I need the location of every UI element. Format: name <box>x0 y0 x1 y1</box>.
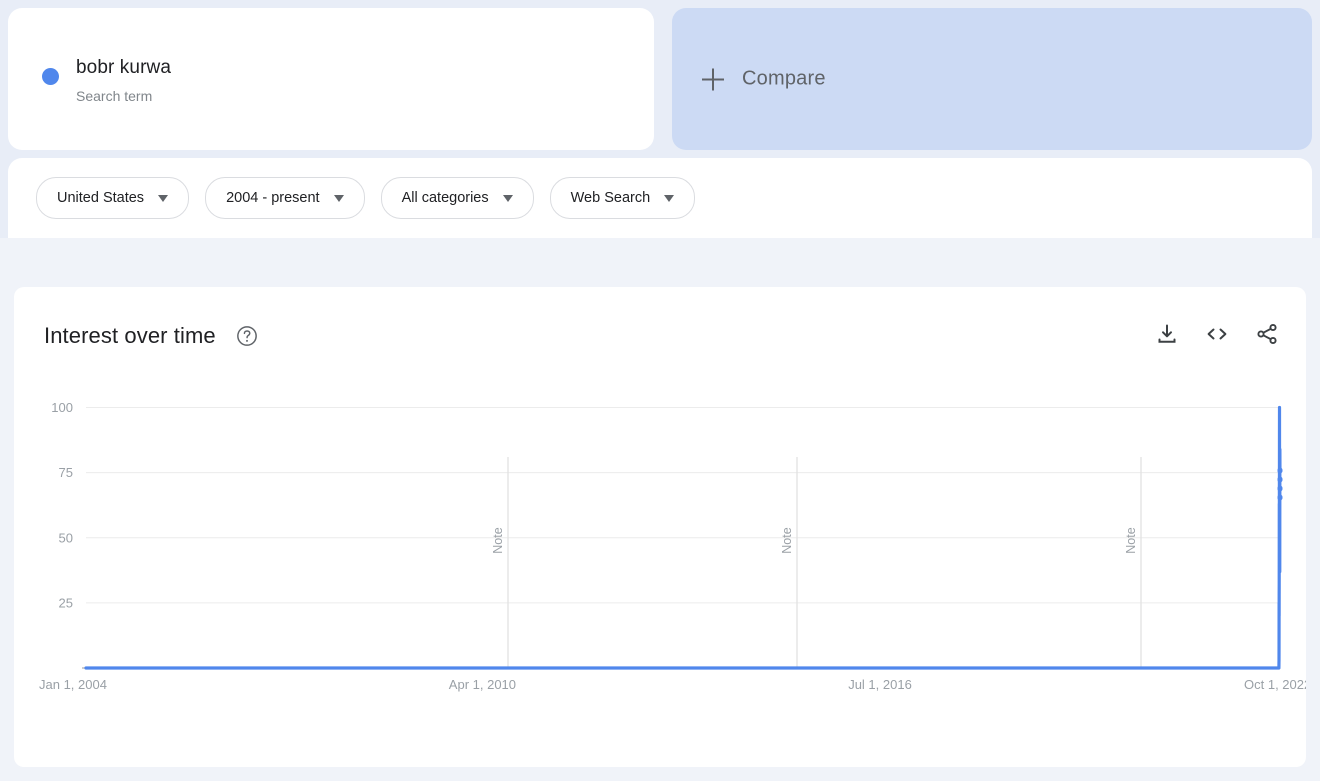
page-title: Interest over time <box>44 323 216 349</box>
interest-over-time-card: Interest over time <box>14 287 1306 767</box>
help-circle-icon[interactable] <box>236 325 258 347</box>
svg-text:Note: Note <box>1124 527 1138 553</box>
series-color-dot <box>42 68 59 85</box>
svg-text:Oct 1, 2022: Oct 1, 2022 <box>1244 677 1306 692</box>
filter-region-label: United States <box>57 190 144 206</box>
filter-time-range-label: 2004 - present <box>226 190 320 206</box>
search-term-type: Search term <box>76 85 171 107</box>
share-icon[interactable] <box>1254 321 1280 347</box>
search-term-card[interactable]: bobr kurwa Search term <box>8 8 654 150</box>
svg-text:25: 25 <box>59 595 73 610</box>
plus-icon <box>702 68 724 90</box>
filter-time-range[interactable]: 2004 - present <box>205 177 365 219</box>
filter-search-type[interactable]: Web Search <box>550 177 696 219</box>
search-term-text: bobr kurwa Search term <box>76 55 171 107</box>
svg-text:Jan 1, 2004: Jan 1, 2004 <box>39 677 107 692</box>
chart-header: Interest over time <box>14 287 1306 383</box>
filter-category-label: All categories <box>402 190 489 206</box>
interest-over-time-plot[interactable]: 25 50 75 100 Note Note Note Jan 1, 2004 Apr 1, 2… <box>14 383 1306 767</box>
search-header-band: bobr kurwa Search term Compare United St… <box>0 0 1320 238</box>
chart-actions <box>1154 321 1280 347</box>
compare-inner: Compare <box>702 68 826 91</box>
svg-text:50: 50 <box>59 530 73 545</box>
embed-code-icon[interactable] <box>1204 321 1230 347</box>
download-icon[interactable] <box>1154 321 1180 347</box>
compare-button[interactable]: Compare <box>672 8 1312 150</box>
chevron-down-icon <box>503 195 513 202</box>
svg-text:Apr 1, 2010: Apr 1, 2010 <box>449 677 516 692</box>
chevron-down-icon <box>334 195 344 202</box>
chevron-down-icon <box>158 195 168 202</box>
search-term-name: bobr kurwa <box>76 55 171 81</box>
chevron-down-icon <box>664 195 674 202</box>
svg-text:75: 75 <box>59 465 73 480</box>
svg-text:Note: Note <box>491 527 505 553</box>
filter-category[interactable]: All categories <box>381 177 534 219</box>
svg-text:Jul 1, 2016: Jul 1, 2016 <box>848 677 912 692</box>
filter-region[interactable]: United States <box>36 177 189 219</box>
svg-text:Note: Note <box>780 527 794 553</box>
svg-text:100: 100 <box>51 400 73 415</box>
search-terms-row: bobr kurwa Search term Compare <box>0 0 1320 150</box>
filter-search-type-label: Web Search <box>571 190 651 206</box>
filter-bar: United States 2004 - present All categor… <box>8 158 1312 238</box>
compare-label: Compare <box>742 68 826 91</box>
